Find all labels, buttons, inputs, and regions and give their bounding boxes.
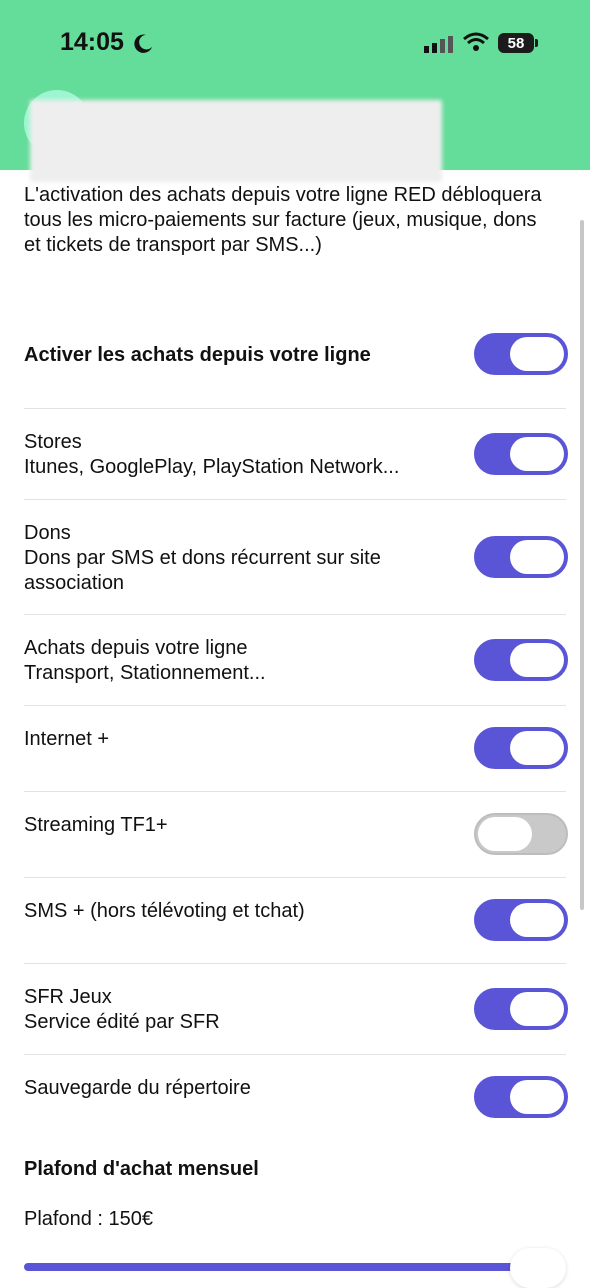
toggle-knob (510, 643, 564, 677)
toggle-sms-plus[interactable] (474, 899, 568, 941)
setting-subtitle: Service édité par SFR (24, 1011, 220, 1033)
moon-icon (134, 34, 153, 53)
toggle-knob (510, 731, 564, 765)
setting-subtitle: Transport, Stationnement... (24, 662, 266, 684)
divider (24, 499, 566, 500)
plafond-section-title: Plafond d'achat mensuel (24, 1158, 259, 1180)
toggle-dons[interactable] (474, 536, 568, 578)
plafond-slider-knob[interactable] (510, 1248, 566, 1288)
scrollbar[interactable] (580, 220, 584, 910)
signal-icon (424, 36, 453, 53)
plafond-value: Plafond : 150€ (24, 1208, 153, 1230)
status-time: 14:05 (60, 28, 124, 56)
blurred-header-content (30, 100, 442, 182)
toggle-activer-achats[interactable] (474, 333, 568, 375)
toggle-knob (510, 1080, 564, 1114)
toggle-knob (510, 437, 564, 471)
toggle-knob (510, 337, 564, 371)
toggle-knob (510, 540, 564, 574)
toggle-internet-plus[interactable] (474, 727, 568, 769)
plafond-slider-track[interactable] (24, 1263, 544, 1271)
battery-level: 58 (507, 34, 525, 52)
battery-icon: 58 (498, 33, 534, 53)
setting-subtitle: Dons par SMS et dons récurrent sur site … (24, 547, 381, 594)
divider (24, 1054, 566, 1055)
divider (24, 963, 566, 964)
top-header: 14:05 58 (0, 0, 590, 182)
divider (24, 614, 566, 615)
setting-subtitle: Itunes, GooglePlay, PlayStation Network.… (24, 456, 400, 478)
toggle-knob (510, 903, 564, 937)
toggle-sfr-jeux[interactable] (474, 988, 568, 1030)
toggle-knob (510, 992, 564, 1026)
divider (24, 791, 566, 792)
divider (24, 705, 566, 706)
wifi-icon (463, 32, 489, 51)
battery-tip (535, 39, 538, 47)
toggle-stores[interactable] (474, 433, 568, 475)
toggle-achats-ligne[interactable] (474, 639, 568, 681)
divider (24, 877, 566, 878)
toggle-sauvegarde[interactable] (474, 1076, 568, 1118)
toggle-streaming-tf1[interactable] (474, 813, 568, 855)
intro-text: L'activation des achats depuis votre lig… (24, 184, 542, 256)
toggle-knob (478, 817, 532, 851)
divider (24, 408, 566, 409)
